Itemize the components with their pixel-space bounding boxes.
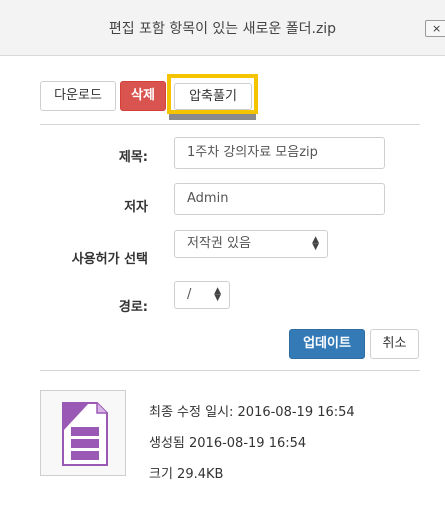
- path-label: 경로:: [118, 300, 148, 315]
- divider-bottom: [40, 370, 420, 371]
- select-arrows-icon: ▲ ▼: [214, 286, 221, 303]
- delete-button[interactable]: 삭제: [120, 81, 166, 111]
- zip-file-thumbnail: [40, 390, 126, 476]
- author-input[interactable]: Admin: [174, 183, 385, 215]
- title-label: 제목:: [118, 150, 148, 165]
- license-select[interactable]: 저작권 있음 ▲ ▼: [174, 230, 328, 258]
- download-button[interactable]: 다운로드: [40, 81, 116, 111]
- created-date: 생성됨 2016-08-19 16:54: [149, 436, 307, 451]
- dialog-titlebar: 편집 포함 항목이 있는 새로운 폴더.zip ×: [0, 0, 445, 56]
- close-button[interactable]: ×: [425, 20, 445, 37]
- title-input[interactable]: 1주차 강의자료 모음zip: [174, 137, 385, 169]
- dialog-title: 편집 포함 항목이 있는 새로운 폴더.zip: [108, 21, 337, 37]
- path-select[interactable]: / ▲ ▼: [174, 281, 230, 309]
- license-selected-value: 저작권 있음: [187, 236, 251, 251]
- path-selected-value: /: [187, 287, 192, 302]
- author-label: 저자: [124, 200, 148, 215]
- unzip-button[interactable]: 압축풀기: [174, 83, 252, 110]
- select-arrows-icon: ▲ ▼: [312, 235, 319, 252]
- divider-top: [40, 124, 420, 125]
- cancel-button[interactable]: 취소: [370, 329, 419, 359]
- update-button[interactable]: 업데이트: [289, 329, 365, 359]
- zip-file-icon: [62, 402, 108, 466]
- highlight-shadow: [169, 114, 256, 120]
- license-label: 사용허가 선택: [71, 252, 148, 267]
- modified-date: 최종 수정 일시: 2016-08-19 16:54: [149, 405, 355, 420]
- file-size: 크기 29.4KB: [149, 467, 224, 482]
